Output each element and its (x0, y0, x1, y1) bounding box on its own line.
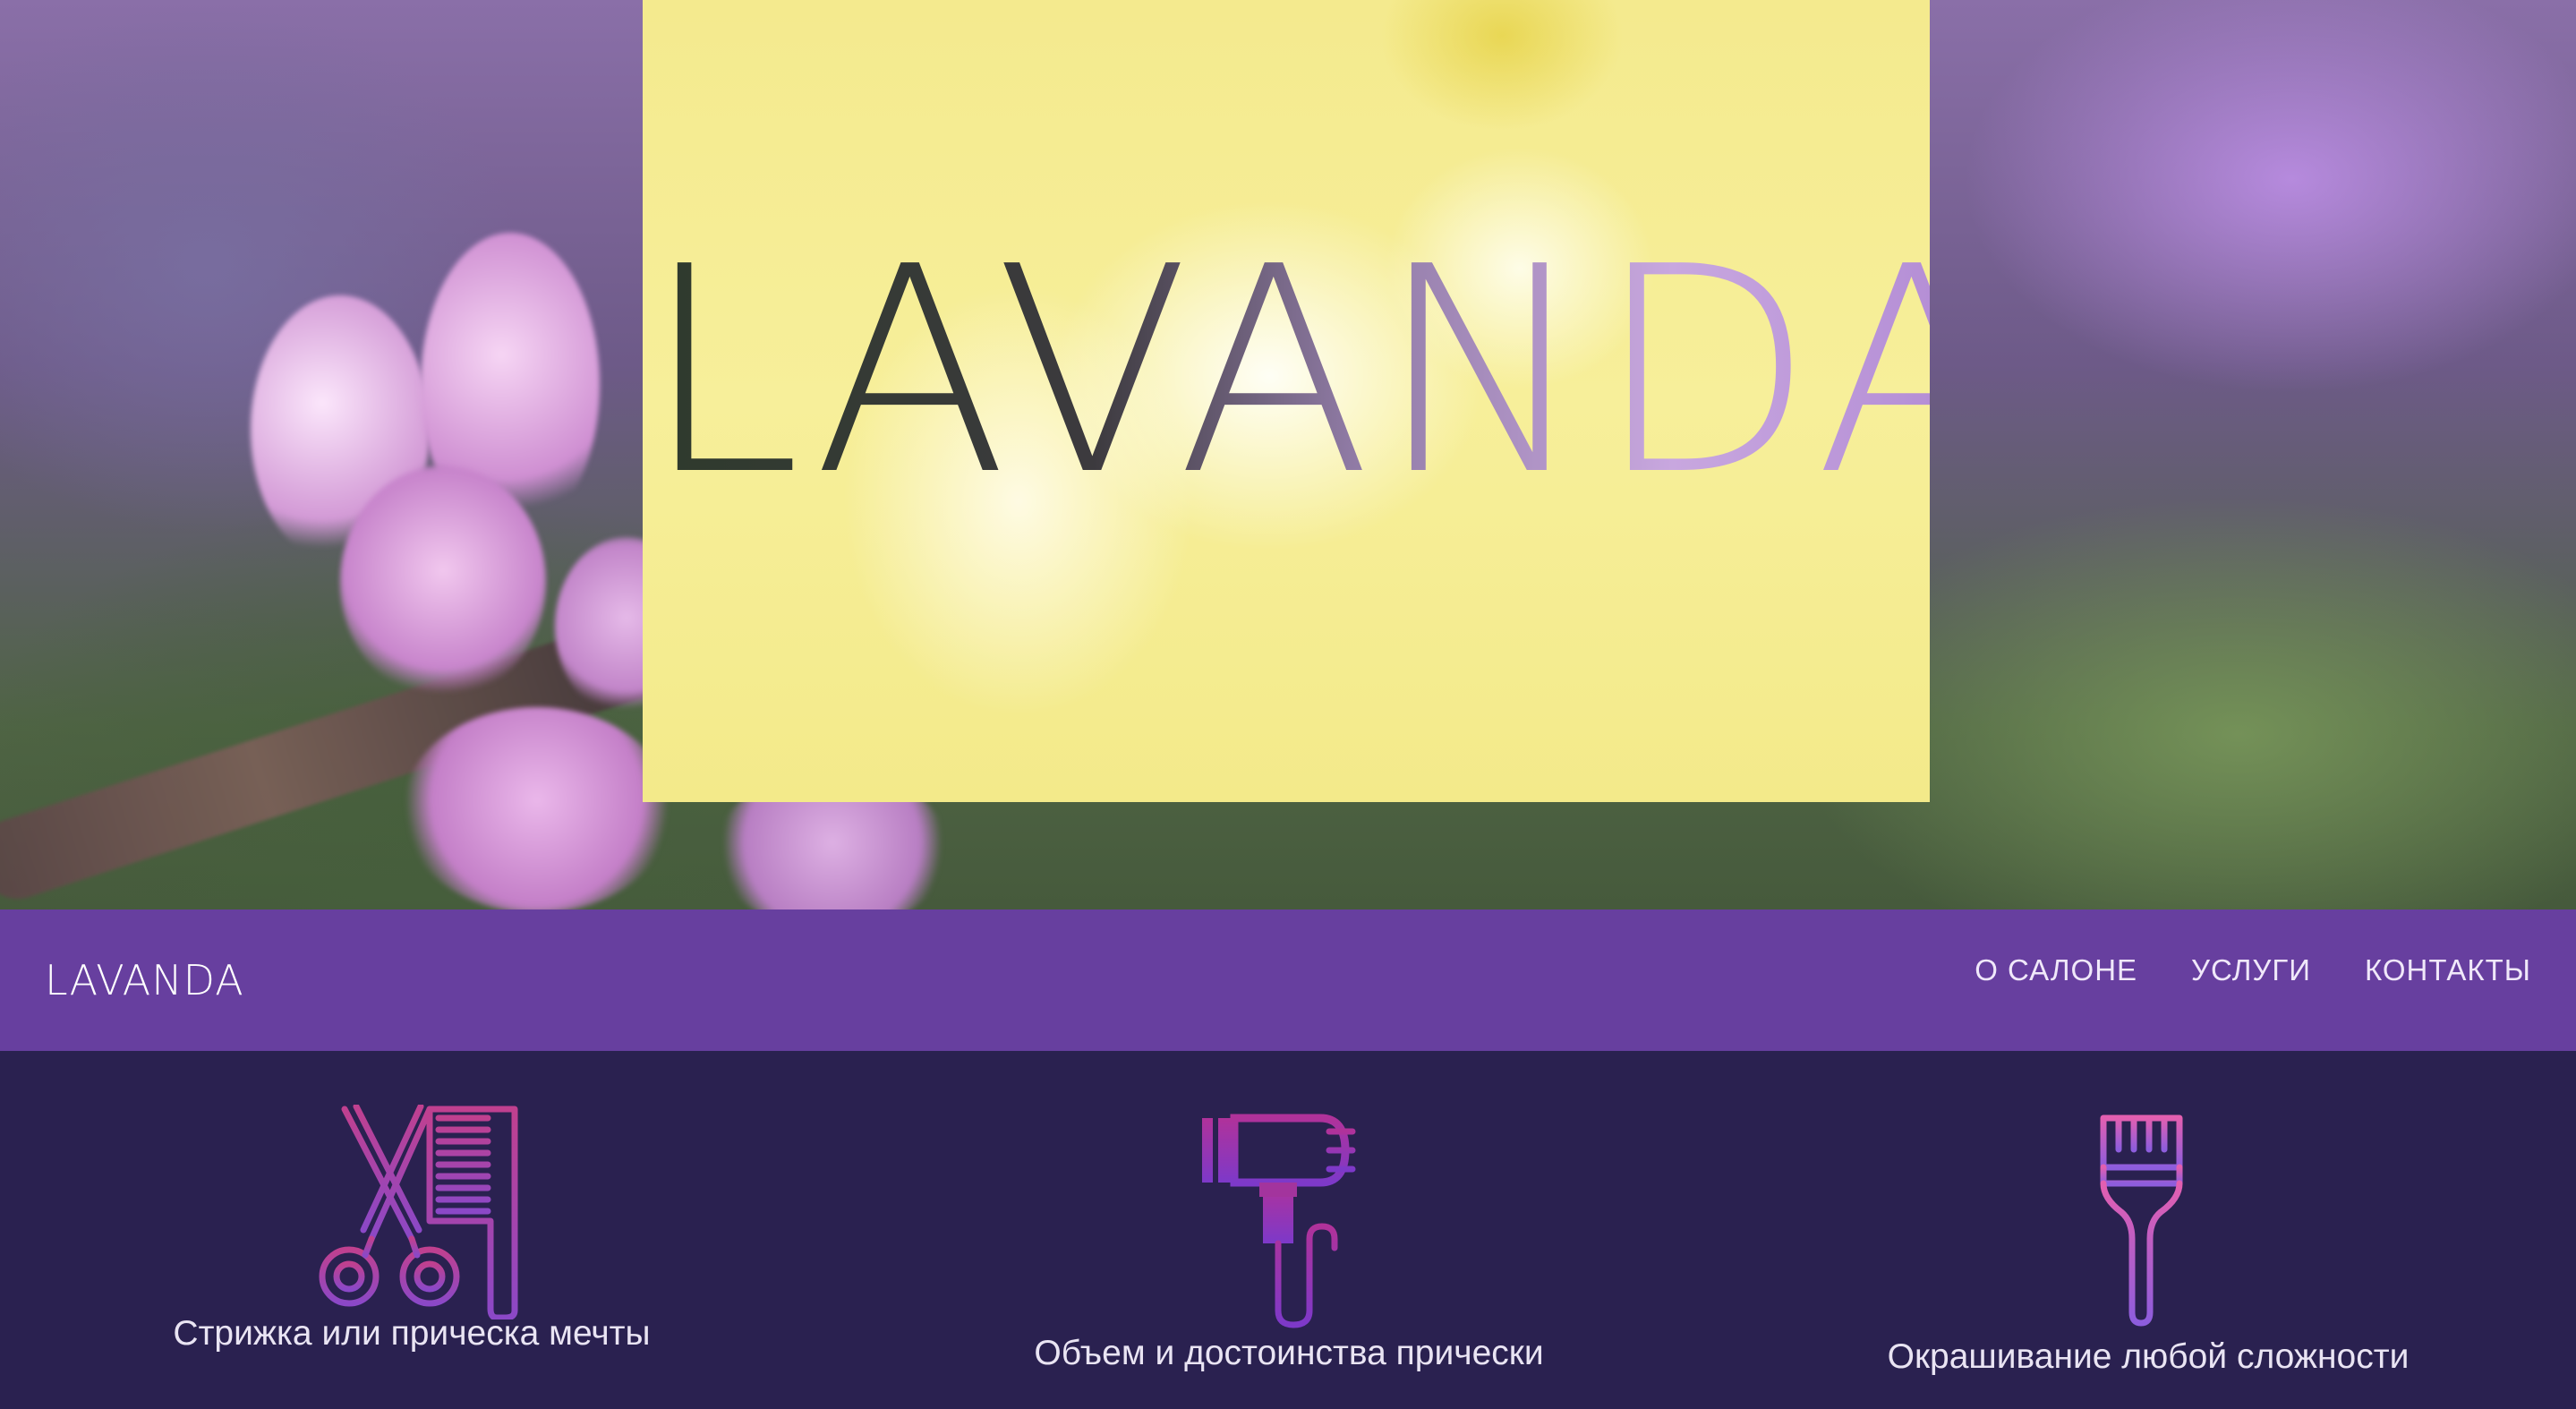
hero-title: LAVANDA (643, 206, 2016, 537)
service-haircut[interactable]: Стрижка или прическа мечты (143, 1105, 680, 1353)
service-volume[interactable]: Объем и достоинства прически (1002, 1114, 1575, 1373)
dye-brush-icon (2100, 1114, 2183, 1327)
hero-banner: LAVANDA (0, 0, 2576, 909)
nav-link-contacts[interactable]: КОНТАКТЫ (2365, 953, 2531, 987)
service-label: Стрижка или прическа мечты (173, 1314, 651, 1353)
scissors-comb-icon (319, 1105, 518, 1319)
service-label: Окрашивание любой сложности (1887, 1337, 2410, 1376)
service-coloring[interactable]: Окрашивание любой сложности (1862, 1114, 2435, 1377)
navbar: LAVANDA О САЛОНЕ УСЛУГИ КОНТАКТЫ (0, 909, 2576, 1051)
hair-dryer-icon (1202, 1114, 1356, 1328)
service-label: Объем и достоинства прически (1034, 1334, 1544, 1372)
brand-logo[interactable]: LAVANDA (45, 956, 244, 1004)
nav-link-services[interactable]: УСЛУГИ (2191, 953, 2311, 987)
services-section: Стрижка или прическа мечты Объем и досто… (0, 1051, 2576, 1409)
nav-links: О САЛОНЕ УСЛУГИ КОНТАКТЫ (1975, 953, 2531, 987)
nav-link-about[interactable]: О САЛОНЕ (1975, 953, 2137, 987)
